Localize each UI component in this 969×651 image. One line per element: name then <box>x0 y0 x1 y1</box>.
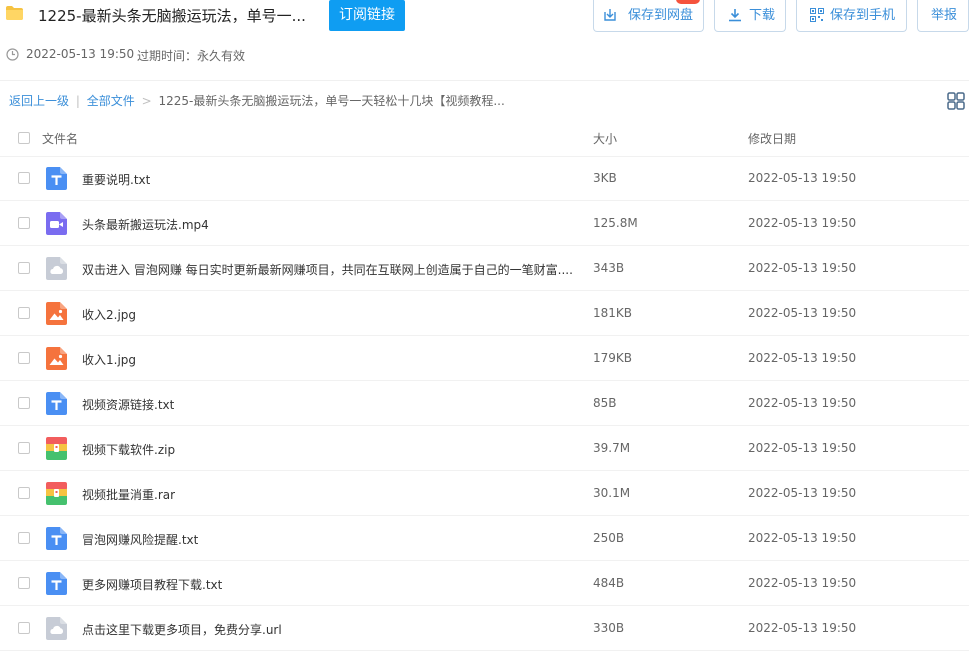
subscribe-button[interactable]: 订阅链接 <box>329 0 405 31</box>
file-row[interactable]: 视频资源链接.txt 85B 2022-05-13 19:50 <box>0 381 969 426</box>
video-file-icon <box>46 212 67 235</box>
save-to-cloud-label: 保存到网盘 <box>628 8 694 23</box>
file-date: 2022-05-13 19:50 <box>748 396 857 410</box>
file-size: 343B <box>593 261 625 275</box>
txt-file-icon <box>46 392 67 415</box>
report-button[interactable]: 举报 <box>917 0 969 32</box>
file-list: 重要说明.txt 3KB 2022-05-13 19:50 头条最新搬运玩法.m… <box>0 156 969 651</box>
file-date: 2022-05-13 19:50 <box>748 486 857 500</box>
row-checkbox[interactable] <box>18 622 30 634</box>
file-date: 2022-05-13 19:50 <box>748 171 857 185</box>
download-icon <box>729 9 741 22</box>
file-date: 2022-05-13 19:50 <box>748 216 857 230</box>
file-name[interactable]: 更多网赚项目教程下载.txt <box>82 576 222 593</box>
file-size: 484B <box>593 576 625 590</box>
row-checkbox[interactable] <box>18 532 30 544</box>
row-checkbox[interactable] <box>18 577 30 589</box>
file-row[interactable]: 视频批量消重.rar 30.1M 2022-05-13 19:50 <box>0 471 969 516</box>
file-row[interactable]: 双击进入 冒泡网赚 每日实时更新最新网赚项目，共同在互联网上创造属于自己的一笔财… <box>0 246 969 291</box>
file-date: 2022-05-13 19:50 <box>748 576 857 590</box>
file-row[interactable]: 更多网赚项目教程下载.txt 484B 2022-05-13 19:50 <box>0 561 969 606</box>
download-label: 下载 <box>749 8 776 23</box>
txt-file-icon <box>46 527 67 550</box>
share-header: 1225-最新头条无脑搬运玩法，单号一... 订阅链接 保存到网盘 下载 保存到… <box>0 0 969 81</box>
row-checkbox[interactable] <box>18 172 30 184</box>
qr-code-icon <box>810 8 824 22</box>
row-checkbox[interactable] <box>18 262 30 274</box>
file-name[interactable]: 视频下载软件.zip <box>82 441 175 458</box>
breadcrumb-arrow: > <box>141 94 152 108</box>
file-row[interactable]: 重要说明.txt 3KB 2022-05-13 19:50 <box>0 156 969 201</box>
txt-file-icon <box>46 572 67 595</box>
file-row[interactable]: 点击这里下载更多项目，免费分享.url 330B 2022-05-13 19:5… <box>0 606 969 651</box>
column-filename[interactable]: 文件名 <box>42 130 78 147</box>
save-to-cloud-button[interactable]: 保存到网盘 <box>593 0 704 32</box>
file-size: 179KB <box>593 351 633 365</box>
file-size: 330B <box>593 621 625 635</box>
file-date: 2022-05-13 19:50 <box>748 351 857 365</box>
row-checkbox[interactable] <box>18 307 30 319</box>
file-row[interactable]: 冒泡网赚风险提醒.txt 250B 2022-05-13 19:50 <box>0 516 969 561</box>
back-link[interactable]: 返回上一级 <box>9 94 69 108</box>
breadcrumb: 返回上一级 | 全部文件 > 1225-最新头条无脑搬运玩法，单号一天轻松十几块… <box>9 92 505 109</box>
column-size[interactable]: 大小 <box>593 130 617 147</box>
file-name[interactable]: 点击这里下载更多项目，免费分享.url <box>82 621 282 638</box>
expire-text: 过期时间：永久有效 <box>137 49 246 63</box>
breadcrumb-current: 1225-最新头条无脑搬运玩法，单号一天轻松十几块【视频教程... <box>158 94 505 108</box>
txt-file-icon <box>46 167 67 190</box>
file-date: 2022-05-13 19:50 <box>748 441 857 455</box>
file-size: 85B <box>593 396 617 410</box>
file-date: 2022-05-13 19:50 <box>748 306 857 320</box>
file-name[interactable]: 视频批量消重.rar <box>82 486 175 503</box>
file-name[interactable]: 双击进入 冒泡网赚 每日实时更新最新网赚项目，共同在互联网上创造属于自己的一笔财… <box>82 261 573 278</box>
file-size: 39.7M <box>593 441 631 455</box>
file-size: 250B <box>593 531 625 545</box>
zip-file-icon <box>46 482 67 505</box>
row-checkbox[interactable] <box>18 487 30 499</box>
file-size: 3KB <box>593 171 617 185</box>
file-name[interactable]: 收入1.jpg <box>82 351 136 368</box>
file-date: 2022-05-13 19:50 <box>748 621 857 635</box>
all-files-link[interactable]: 全部文件 <box>87 94 135 108</box>
file-size: 181KB <box>593 306 633 320</box>
row-checkbox[interactable] <box>18 397 30 409</box>
file-date: 2022-05-13 19:50 <box>748 531 857 545</box>
file-date: 2022-05-13 19:50 <box>748 261 857 275</box>
file-size: 30.1M <box>593 486 631 500</box>
file-name[interactable]: 视频资源链接.txt <box>82 396 174 413</box>
cloud-file-icon <box>46 617 67 640</box>
grid-view-icon[interactable] <box>947 92 965 110</box>
file-name[interactable]: 冒泡网赚风险提醒.txt <box>82 531 198 548</box>
file-name[interactable]: 重要说明.txt <box>82 171 150 188</box>
download-button[interactable]: 下载 <box>714 0 786 32</box>
file-row[interactable]: 收入2.jpg 181KB 2022-05-13 19:50 <box>0 291 969 336</box>
row-checkbox[interactable] <box>18 217 30 229</box>
row-checkbox[interactable] <box>18 442 30 454</box>
file-list-header: 文件名 大小 修改日期 <box>0 118 969 157</box>
row-checkbox[interactable] <box>18 352 30 364</box>
file-row[interactable]: 视频下载软件.zip 39.7M 2022-05-13 19:50 <box>0 426 969 471</box>
clock-icon <box>6 48 19 61</box>
file-row[interactable]: 收入1.jpg 179KB 2022-05-13 19:50 <box>0 336 969 381</box>
save-cloud-icon <box>604 9 616 21</box>
share-date: 2022-05-13 19:50 <box>26 47 135 61</box>
folder-icon <box>6 6 23 20</box>
zip-file-icon <box>46 437 67 460</box>
file-name[interactable]: 头条最新搬运玩法.mp4 <box>82 216 209 233</box>
select-all-checkbox[interactable] <box>18 132 30 144</box>
image-file-icon <box>46 347 67 370</box>
save-to-phone-label: 保存到手机 <box>830 8 896 23</box>
report-label: 举报 <box>931 8 958 23</box>
file-name[interactable]: 收入2.jpg <box>82 306 136 323</box>
image-file-icon <box>46 302 67 325</box>
file-row[interactable]: 头条最新搬运玩法.mp4 125.8M 2022-05-13 19:50 <box>0 201 969 246</box>
cloud-file-icon <box>46 257 67 280</box>
save-to-phone-button[interactable]: 保存到手机 <box>796 0 907 32</box>
new-badge <box>676 0 700 4</box>
breadcrumb-separator: | <box>75 94 80 108</box>
column-modified-date[interactable]: 修改日期 <box>748 130 796 147</box>
file-size: 125.8M <box>593 216 638 230</box>
share-title: 1225-最新头条无脑搬运玩法，单号一... <box>38 7 306 25</box>
